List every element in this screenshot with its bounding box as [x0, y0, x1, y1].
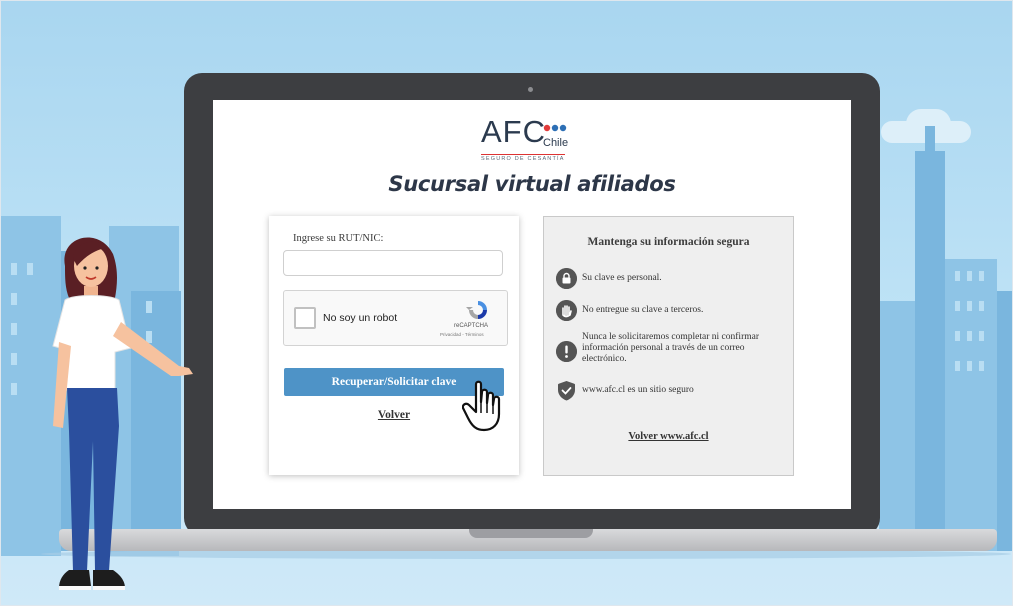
building-window: [955, 361, 960, 371]
building-window: [979, 361, 984, 371]
info-item-text: www.afc.cl es un sitio seguro: [582, 385, 694, 395]
woman-illustration: [52, 237, 193, 590]
recaptcha-widget: No soy un robot reCAPTCHA Privacidad - T…: [283, 290, 508, 346]
recaptcha-brand: reCAPTCHA: [454, 323, 489, 329]
building-window: [11, 323, 17, 335]
illustration-scene: AFC Chile SEGURO DE CESANTÍA Sucursal vi…: [0, 0, 1013, 606]
info-item-text: Nunca le solicitaremos completar ni conf…: [582, 332, 760, 364]
back-to-afc-link[interactable]: Volver www.afc.cl: [544, 431, 793, 442]
building-window: [11, 353, 17, 365]
recaptcha-logo-icon: [466, 301, 487, 319]
laptop-camera: [528, 87, 533, 92]
building-window: [967, 271, 972, 281]
security-info-panel: Mantenga su información segura Su clave …: [543, 216, 794, 476]
info-item-text: No entregue su clave a terceros.: [582, 305, 704, 315]
building-window: [11, 263, 17, 275]
building-window: [967, 301, 972, 311]
building: [915, 151, 945, 551]
rut-label: Ingrese su RUT/NIC:: [293, 233, 384, 244]
building: [879, 301, 915, 551]
hand-stop-icon: [556, 300, 577, 321]
building-spire: [925, 126, 935, 156]
shield-check-icon: [558, 381, 575, 401]
recaptcha-links[interactable]: Privacidad - Términos: [440, 332, 484, 337]
page-title: Sucursal virtual afiliados: [388, 172, 676, 196]
building-window: [955, 301, 960, 311]
info-item-text: Su clave es personal.: [582, 273, 662, 283]
rut-input[interactable]: [283, 250, 503, 276]
hand-pointer-icon: [462, 380, 501, 432]
building-window: [979, 271, 984, 281]
info-panel-title: Mantenga su información segura: [587, 236, 750, 248]
building-window: [979, 331, 984, 341]
login-card: Ingrese su RUT/NIC: No soy un robot reCA…: [269, 216, 519, 475]
building: [997, 291, 1012, 551]
logo-afc-text: AFC: [481, 114, 546, 149]
building-window: [11, 293, 17, 305]
laptop-screen: AFC Chile SEGURO DE CESANTÍA Sucursal vi…: [213, 100, 851, 509]
lock-icon: [556, 268, 577, 289]
exclamation-icon: [556, 341, 577, 362]
building-window: [967, 361, 972, 371]
recaptcha-label: No soy un robot: [323, 312, 398, 324]
logo-tagline: SEGURO DE CESANTÍA: [481, 154, 565, 162]
building-window: [967, 331, 972, 341]
recaptcha-checkbox[interactable]: [294, 307, 316, 329]
laptop-base-notch: [469, 529, 593, 538]
afc-logo: AFC Chile SEGURO DE CESANTÍA: [481, 114, 611, 166]
info-item: Nunca le solicitaremos completar ni conf…: [556, 332, 788, 372]
building-window: [979, 301, 984, 311]
logo-dots-icon: [543, 124, 567, 132]
building-window: [955, 331, 960, 341]
logo-chile-text: Chile: [543, 137, 569, 149]
building-window: [11, 383, 17, 395]
building-window: [955, 271, 960, 281]
